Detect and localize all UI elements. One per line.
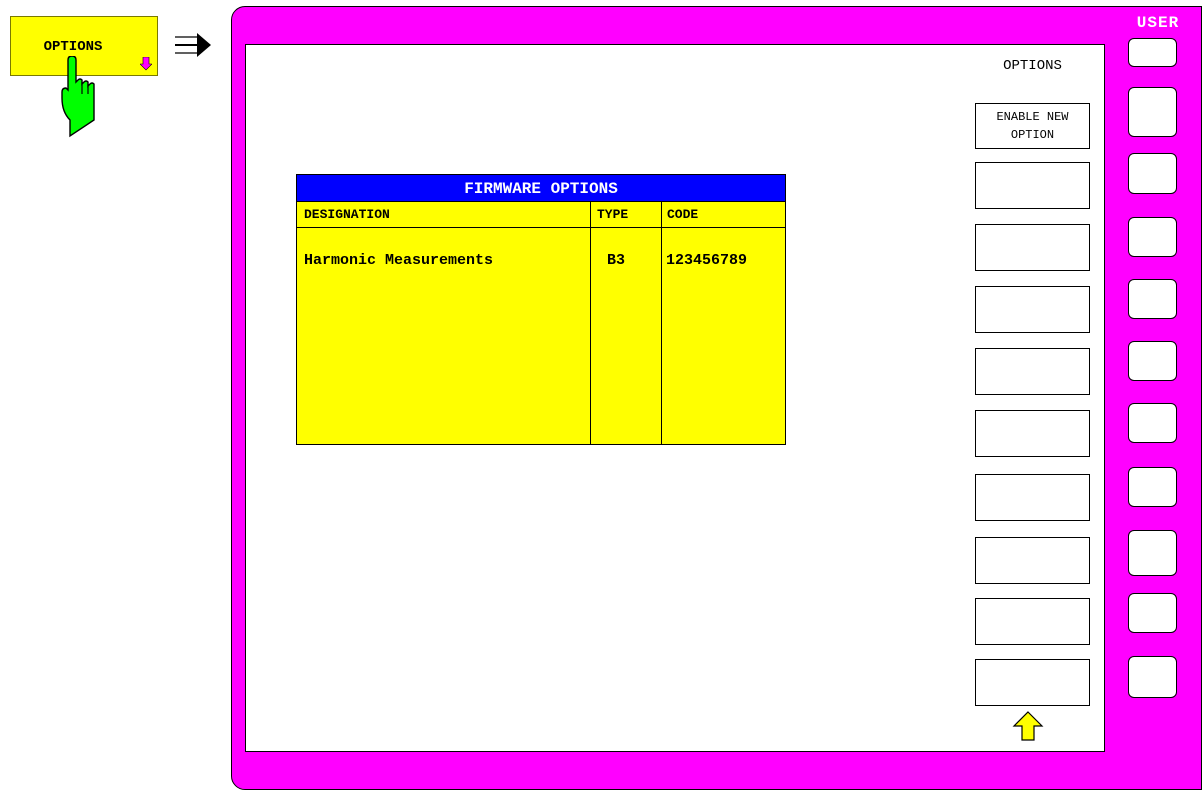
softkey-enable-new-option[interactable]: ENABLE NEW OPTION (975, 103, 1090, 149)
softkey-6[interactable] (975, 410, 1090, 457)
softkey-4[interactable] (975, 286, 1090, 333)
column-divider-1 (590, 201, 591, 444)
row-1-type: B3 (607, 252, 626, 269)
softkey-10[interactable] (975, 659, 1090, 706)
row-1-designation: Harmonic Measurements (304, 252, 494, 269)
softkey-2[interactable] (975, 162, 1090, 209)
softkey-hw-button-2[interactable] (1128, 153, 1177, 194)
softkey-hw-button-1[interactable] (1128, 87, 1177, 137)
options-hardkey-label: OPTIONS (43, 39, 103, 55)
softkey-hw-button-4[interactable] (1128, 279, 1177, 319)
column-divider-2 (661, 201, 662, 444)
softkey-hw-button-3[interactable] (1128, 217, 1177, 257)
firmware-options-table: FIRMWARE OPTIONS DESIGNATION TYPE CODE H… (296, 174, 786, 445)
column-header-type: TYPE (597, 207, 629, 222)
softkey-9[interactable] (975, 598, 1090, 645)
pointing-hand-icon (61, 56, 95, 138)
scroll-up-arrow-icon[interactable] (1012, 710, 1044, 742)
softkey-8[interactable] (975, 537, 1090, 584)
softkey-3[interactable] (975, 224, 1090, 271)
softkey-hw-button-9[interactable] (1128, 593, 1177, 633)
softkey-menu-title: OPTIONS (1003, 58, 1062, 74)
header-bottom-divider (297, 227, 785, 228)
right-arrow-icon (175, 33, 211, 57)
softkey-hw-button-5[interactable] (1128, 341, 1177, 381)
softkey-hw-button-6[interactable] (1128, 403, 1177, 443)
column-header-designation: DESIGNATION (304, 207, 390, 222)
table-title: FIRMWARE OPTIONS (297, 175, 785, 201)
column-header-code: CODE (667, 207, 699, 222)
softkey-hw-button-8[interactable] (1128, 530, 1177, 576)
softkey-hw-button-7[interactable] (1128, 467, 1177, 507)
submenu-arrow-icon (140, 57, 152, 71)
row-1-code: 123456789 (666, 252, 748, 269)
header-top-divider (297, 201, 785, 202)
user-label: USER (1136, 14, 1180, 32)
user-hw-button[interactable] (1128, 38, 1177, 67)
softkey-5[interactable] (975, 348, 1090, 395)
softkey-hw-button-10[interactable] (1128, 656, 1177, 698)
softkey-7[interactable] (975, 474, 1090, 521)
